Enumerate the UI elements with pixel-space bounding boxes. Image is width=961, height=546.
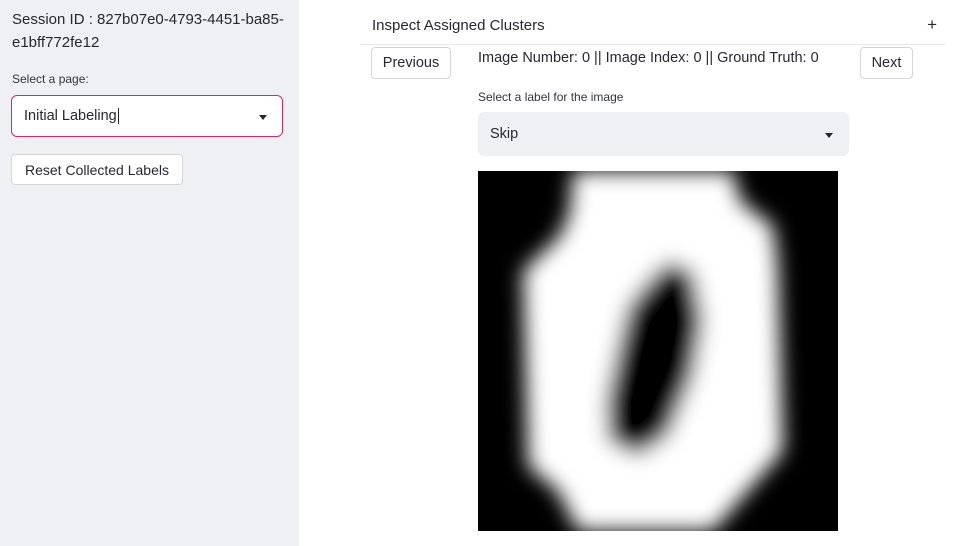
page-select-value: Initial Labeling: [24, 108, 117, 124]
image-info-text: Image Number: 0 || Image Index: 0 || Gro…: [478, 50, 819, 66]
digit-image: [478, 171, 838, 531]
inspect-clusters-expander[interactable]: Inspect Assigned Clusters +: [360, 8, 945, 45]
page-select-label: Select a page:: [12, 72, 89, 86]
chevron-down-icon: [825, 133, 833, 138]
session-id-text: Session ID : 827b07e0-4793-4451-ba85-e1b…: [12, 11, 284, 51]
label-select[interactable]: Skip: [478, 112, 849, 156]
sidebar: Session ID : 827b07e0-4793-4451-ba85-e1b…: [0, 0, 299, 546]
chevron-down-icon: [259, 115, 267, 120]
page-select[interactable]: Initial Labeling: [11, 95, 283, 137]
text-cursor: [117, 108, 119, 124]
digit-image-graphic: [478, 171, 838, 531]
previous-button[interactable]: Previous: [371, 47, 451, 79]
expander-title: Inspect Assigned Clusters: [372, 17, 545, 34]
label-select-value: Skip: [490, 126, 519, 142]
next-button[interactable]: Next: [860, 47, 913, 79]
plus-icon: +: [927, 15, 937, 34]
reset-labels-button[interactable]: Reset Collected Labels: [11, 154, 183, 185]
label-select-label: Select a label for the image: [478, 90, 624, 104]
